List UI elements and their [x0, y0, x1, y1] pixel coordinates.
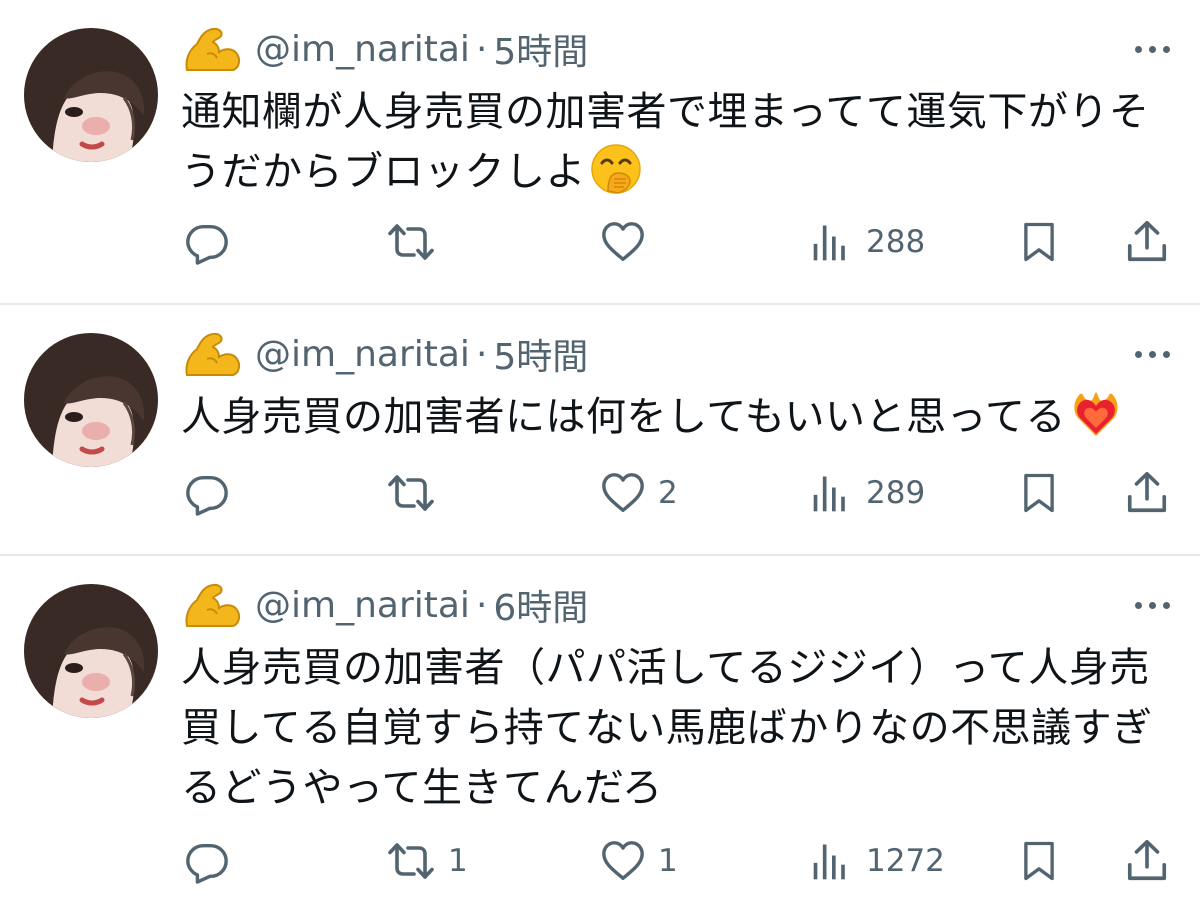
tweet-text: 人身売買の加害者（パパ活してるジジイ）って人身売買してる自覚すら持てない馬鹿ばか…: [181, 638, 1171, 818]
views-button[interactable]: 289: [810, 468, 925, 518]
views-icon: [810, 220, 854, 264]
view-count: 288: [866, 224, 926, 260]
tweet-header: @im_naritai · 5時間: [183, 329, 588, 379]
avatar-image: [24, 333, 158, 467]
separator: ·: [475, 28, 488, 70]
tweet-text: 人身売買の加害者には何をしてもいいと思ってる: [181, 387, 1171, 447]
share-icon: [1124, 219, 1170, 265]
user-handle[interactable]: @im_naritai: [255, 29, 470, 70]
retweet-button[interactable]: [386, 468, 448, 518]
timestamp[interactable]: 5時間: [493, 328, 588, 380]
views-icon: [810, 471, 854, 515]
timestamp[interactable]: 6時間: [493, 579, 588, 631]
bookmark-button[interactable]: [1018, 217, 1060, 267]
tweet-text-content: 人身売買の加害者（パパ活してるジジイ）って人身売買してる自覚すら持てない馬鹿ばか…: [181, 645, 1153, 811]
bookmark-icon: [1018, 838, 1060, 884]
like-button[interactable]: [600, 217, 658, 267]
share-icon: [1124, 838, 1170, 884]
tweet-header: @im_naritai · 5時間: [183, 24, 588, 74]
separator: ·: [475, 584, 488, 626]
avatar[interactable]: [24, 584, 158, 718]
like-icon: [600, 838, 646, 884]
views-button[interactable]: 1272: [810, 836, 945, 886]
reply-button[interactable]: [184, 217, 242, 267]
like-count: 1: [658, 843, 678, 879]
tweet[interactable]: @im_naritai · 5時間 人身売買の加害者には何をしてもいいと思ってる…: [0, 305, 1200, 555]
share-button[interactable]: [1124, 217, 1170, 267]
tweet-text-content: 人身売買の加害者には何をしてもいいと思ってる: [181, 394, 1066, 440]
tweet-text-content: 通知欄が人身売買の加害者で埋まってて運気下がりそうだからブロックしよ: [181, 89, 1150, 195]
view-count: 289: [866, 475, 926, 511]
like-button[interactable]: 1: [600, 836, 678, 886]
like-count: 2: [658, 475, 678, 511]
bookmark-button[interactable]: [1018, 468, 1060, 518]
avatar[interactable]: [24, 333, 158, 467]
more-dots-icon[interactable]: [1135, 602, 1170, 609]
view-count: 1272: [866, 843, 945, 879]
flexed-biceps-icon: [183, 26, 241, 72]
tweet-text: 通知欄が人身売買の加害者で埋まってて運気下がりそうだからブロックしよ: [181, 82, 1171, 202]
action-bar: 288: [0, 217, 1200, 267]
retweet-icon: [386, 837, 436, 885]
reply-button[interactable]: [184, 468, 242, 518]
avatar-image: [24, 28, 158, 162]
share-button[interactable]: [1124, 468, 1170, 518]
bookmark-icon: [1018, 470, 1060, 516]
timeline: @im_naritai · 5時間 通知欄が人身売買の加害者で埋まってて運気下が…: [0, 0, 1200, 916]
user-handle[interactable]: @im_naritai: [255, 334, 470, 375]
share-button[interactable]: [1124, 836, 1170, 886]
separator: ·: [475, 333, 488, 375]
retweet-button[interactable]: [386, 217, 448, 267]
views-icon: [810, 839, 854, 883]
reply-icon: [184, 838, 230, 884]
tweet[interactable]: @im_naritai · 6時間 人身売買の加害者（パパ活してるジジイ）って人…: [0, 556, 1200, 916]
heart-on-fire-icon: [1070, 388, 1122, 440]
flexed-biceps-icon: [183, 331, 241, 377]
share-icon: [1124, 470, 1170, 516]
reply-icon: [184, 219, 230, 265]
retweet-icon: [386, 218, 436, 266]
avatar[interactable]: [24, 28, 158, 162]
tweet[interactable]: @im_naritai · 5時間 通知欄が人身売買の加害者で埋まってて運気下が…: [0, 0, 1200, 304]
tweet-header: @im_naritai · 6時間: [183, 580, 588, 630]
retweet-count: 1: [448, 843, 468, 879]
more-dots-icon[interactable]: [1135, 46, 1170, 53]
action-bar: 2 289: [0, 468, 1200, 518]
like-icon: [600, 470, 646, 516]
flexed-biceps-icon: [183, 582, 241, 628]
reply-icon: [184, 470, 230, 516]
bookmark-icon: [1018, 219, 1060, 265]
avatar-image: [24, 584, 158, 718]
face-with-hand-over-mouth-icon: [590, 143, 642, 195]
retweet-button[interactable]: 1: [386, 836, 468, 886]
reply-button[interactable]: [184, 836, 242, 886]
timestamp[interactable]: 5時間: [493, 23, 588, 75]
views-button[interactable]: 288: [810, 217, 925, 267]
like-icon: [600, 219, 646, 265]
user-handle[interactable]: @im_naritai: [255, 585, 470, 626]
like-button[interactable]: 2: [600, 468, 678, 518]
retweet-icon: [386, 469, 436, 517]
more-dots-icon[interactable]: [1135, 351, 1170, 358]
bookmark-button[interactable]: [1018, 836, 1060, 886]
action-bar: 1 1 1272: [0, 836, 1200, 886]
